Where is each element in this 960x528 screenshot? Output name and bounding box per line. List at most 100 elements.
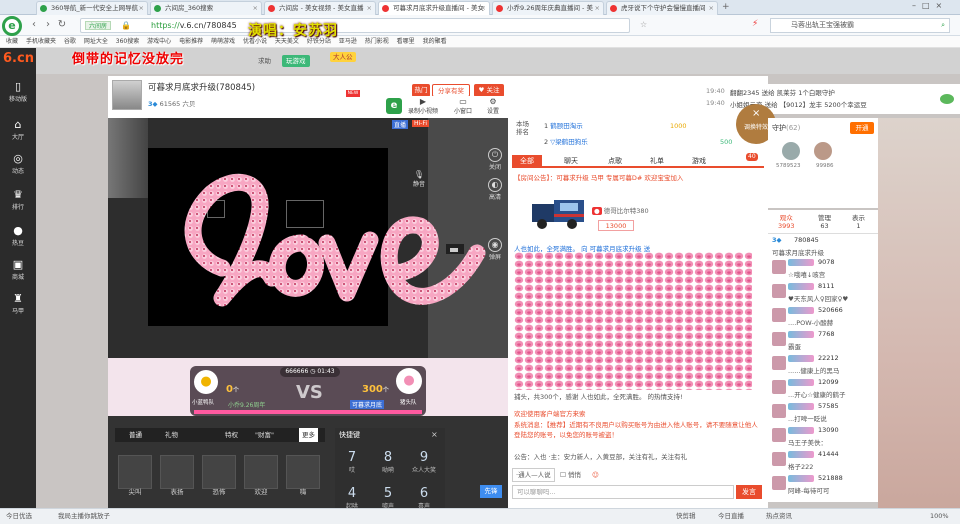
close-icon[interactable]: × [481, 2, 486, 14]
site-logo[interactable]: 6.cn [3, 51, 34, 71]
shortcut-key[interactable]: 8 呦嗬 [373, 450, 403, 480]
gift-item[interactable]: 尖叫 [118, 455, 152, 496]
list-item[interactable]: 22212 ......健康上的黑马 [772, 354, 876, 377]
window-controls[interactable]: –□× [912, 1, 948, 10]
chat-target-select[interactable]: ·通人—人说 [512, 468, 555, 482]
record-video-button[interactable]: ▶ 录制小视频 [408, 97, 438, 115]
back-icon[interactable]: ‹ [28, 18, 40, 32]
bookmark-item[interactable]: 电影推荐 [179, 38, 203, 45]
list-item[interactable]: 3◆ 780845 可暮求月底求升级 [772, 236, 876, 259]
list-item[interactable]: 7768 霸蛋 [772, 330, 876, 353]
browser-tab-active[interactable]: 可暮求月底求升级直播间 - 美女 × [378, 1, 490, 15]
shortcut-key[interactable]: 7哎 [337, 450, 367, 480]
star-icon[interactable]: ☆ [640, 20, 647, 29]
close-icon[interactable]: × [595, 2, 600, 14]
status-item[interactable]: 我局主播你跳放子 [58, 509, 110, 524]
nav-item-vest[interactable]: ♜ 马甲 [0, 292, 36, 328]
status-item[interactable]: 今日优选 [6, 509, 32, 524]
close-icon[interactable]: × [431, 430, 438, 439]
action-button[interactable]: 先锋 [480, 485, 502, 498]
close-icon[interactable]: × [367, 2, 372, 14]
nav-item-shop[interactable]: ▣ 商城 [0, 258, 36, 294]
gift-item[interactable]: 表扬 [160, 455, 194, 496]
gift-item[interactable]: 欢迎 [244, 455, 278, 496]
list-item[interactable]: 12099 ...开心☆健康的鹤子 [772, 378, 876, 401]
bookmark-item[interactable]: 网址大全 [84, 38, 108, 45]
bookmark-item[interactable]: 我的聚看 [423, 38, 447, 45]
gift-tab[interactable]: "财富" [255, 428, 274, 442]
chat-input[interactable]: 可以聊聊吗... [512, 485, 734, 499]
nav-item-feed[interactable]: ◎ 动态 [0, 152, 36, 188]
rank-row[interactable]: 1 鹤颐田淘示 1000 [544, 120, 744, 133]
browser-tab[interactable]: 六间房_360搜索 × [150, 1, 262, 15]
gift-tab[interactable]: 特权 [225, 428, 238, 442]
chat-tab-gifts[interactable]: 礼单 [650, 155, 664, 168]
settings-button[interactable]: ⚙ 设置 [478, 97, 508, 115]
bookmark-item[interactable]: 游戏中心 [147, 38, 171, 45]
browser-tab[interactable]: 小乔9.26周年庆典直播间 - 美 × [492, 1, 604, 15]
gift-item[interactable]: 嗨 [286, 455, 320, 496]
bookmark-item[interactable]: 手机收藏夹 [26, 38, 56, 45]
close-icon[interactable]: × [139, 2, 144, 14]
bookmark-item[interactable]: 萌萌游戏 [211, 38, 235, 45]
send-button[interactable]: 发言 [736, 485, 762, 499]
bookmark-item[interactable]: 收藏 [6, 38, 18, 45]
gift-tab-more[interactable]: 更多 [299, 428, 318, 442]
tab-members[interactable]: 表示 1 [852, 212, 865, 230]
new-tab-icon[interactable]: + [722, 2, 730, 12]
avatar[interactable] [814, 142, 832, 160]
bookmark-item[interactable]: 看哪里 [397, 38, 415, 45]
nav-item-mobile[interactable]: ▯ 移动版 [0, 80, 36, 116]
list-item[interactable]: 8111 ♥天东风人♀回家♀♥ [772, 282, 876, 305]
chat-tab-games[interactable]: 游戏 [692, 155, 706, 168]
status-item[interactable]: 热点资讯 [766, 509, 792, 524]
search-input[interactable]: 马蓉出轨王宝强被霸 ⌕ [770, 18, 950, 33]
pig-avatar-icon[interactable]: ● [396, 368, 422, 394]
browser-tab[interactable]: 虎牙说下个守护会慢慢直播间 × [606, 1, 718, 15]
bookmark-item[interactable]: 360搜索 [116, 38, 139, 45]
gift-tab[interactable]: 普通 [129, 428, 142, 442]
game-link[interactable]: 玩游戏 [282, 55, 310, 67]
chat-tab-talk[interactable]: 聊天 [564, 155, 578, 168]
nav-item-hall[interactable]: ⌂ 大厅 [0, 118, 36, 154]
browser-logo-icon[interactable]: e [2, 16, 22, 36]
browser-tab[interactable]: 六间房 - 美女视频 - 美女直播 × [264, 1, 376, 15]
emoji-icon[interactable]: ☺ [592, 468, 599, 482]
list-item[interactable]: 13090 马王子美佚： [772, 426, 876, 449]
list-item[interactable]: 9078 ☆哦嘻↓咳宫 [772, 258, 876, 281]
zoom-level[interactable]: 100% [930, 509, 949, 524]
help-link[interactable]: 求助 [258, 48, 271, 74]
bookmark-item[interactable]: 亚马逊 [339, 38, 357, 45]
refresh-icon[interactable]: ↻ [56, 18, 68, 32]
rank-row[interactable]: 2 ▽梁鹤田狗乐 500 [544, 136, 744, 149]
url-input[interactable]: 六间房 🔒 https://v.6.cn/780845 [80, 18, 630, 33]
status-item[interactable]: 快剪辑 [676, 509, 696, 524]
chat-tab-song[interactable]: 点歌 [608, 155, 622, 168]
avatar[interactable] [782, 142, 800, 160]
vip-badge[interactable]: 大人公 [330, 52, 356, 62]
guard-open-button[interactable]: 开通 [850, 122, 874, 134]
whisper-checkbox[interactable]: ☐ 悄悄 [560, 468, 581, 482]
lightning-icon[interactable]: ⚡ [752, 19, 758, 29]
browser-tab[interactable]: 360导航_新一代安全上网导航 × [36, 1, 148, 15]
nav-item-bean[interactable]: ● 热豆 [0, 224, 36, 260]
list-item[interactable]: 520666 ....POW-小酸赫 [772, 306, 876, 329]
search-icon[interactable]: ⌕ [941, 19, 945, 32]
gift-item[interactable]: 恐怖 [202, 455, 236, 496]
shortcut-key[interactable]: 9 众人大笑 [409, 450, 439, 480]
nav-item-rank[interactable]: ♛ 排行 [0, 188, 36, 224]
tab-admins[interactable]: 管理 63 [818, 212, 831, 230]
chat-tab-all[interactable]: 全部 [512, 155, 542, 168]
close-icon[interactable]: × [253, 2, 258, 14]
mini-window-button[interactable]: ▭ 小窗口 [448, 97, 478, 115]
duck-avatar-icon[interactable]: ● [194, 370, 218, 394]
list-item[interactable]: 41444 格子222 [772, 450, 876, 473]
list-item[interactable]: 57585 ...打啤一眨说 [772, 402, 876, 425]
list-item[interactable]: 521888 阿峰-每待可可 [772, 474, 876, 497]
gift-tab[interactable]: 礼物 [165, 428, 178, 442]
status-item[interactable]: 今日直播 [718, 509, 744, 524]
forward-icon[interactable]: › [42, 18, 54, 32]
close-icon[interactable]: × [709, 2, 714, 14]
bookmark-item[interactable]: 谷歌 [64, 38, 76, 45]
avatar[interactable] [112, 80, 142, 110]
